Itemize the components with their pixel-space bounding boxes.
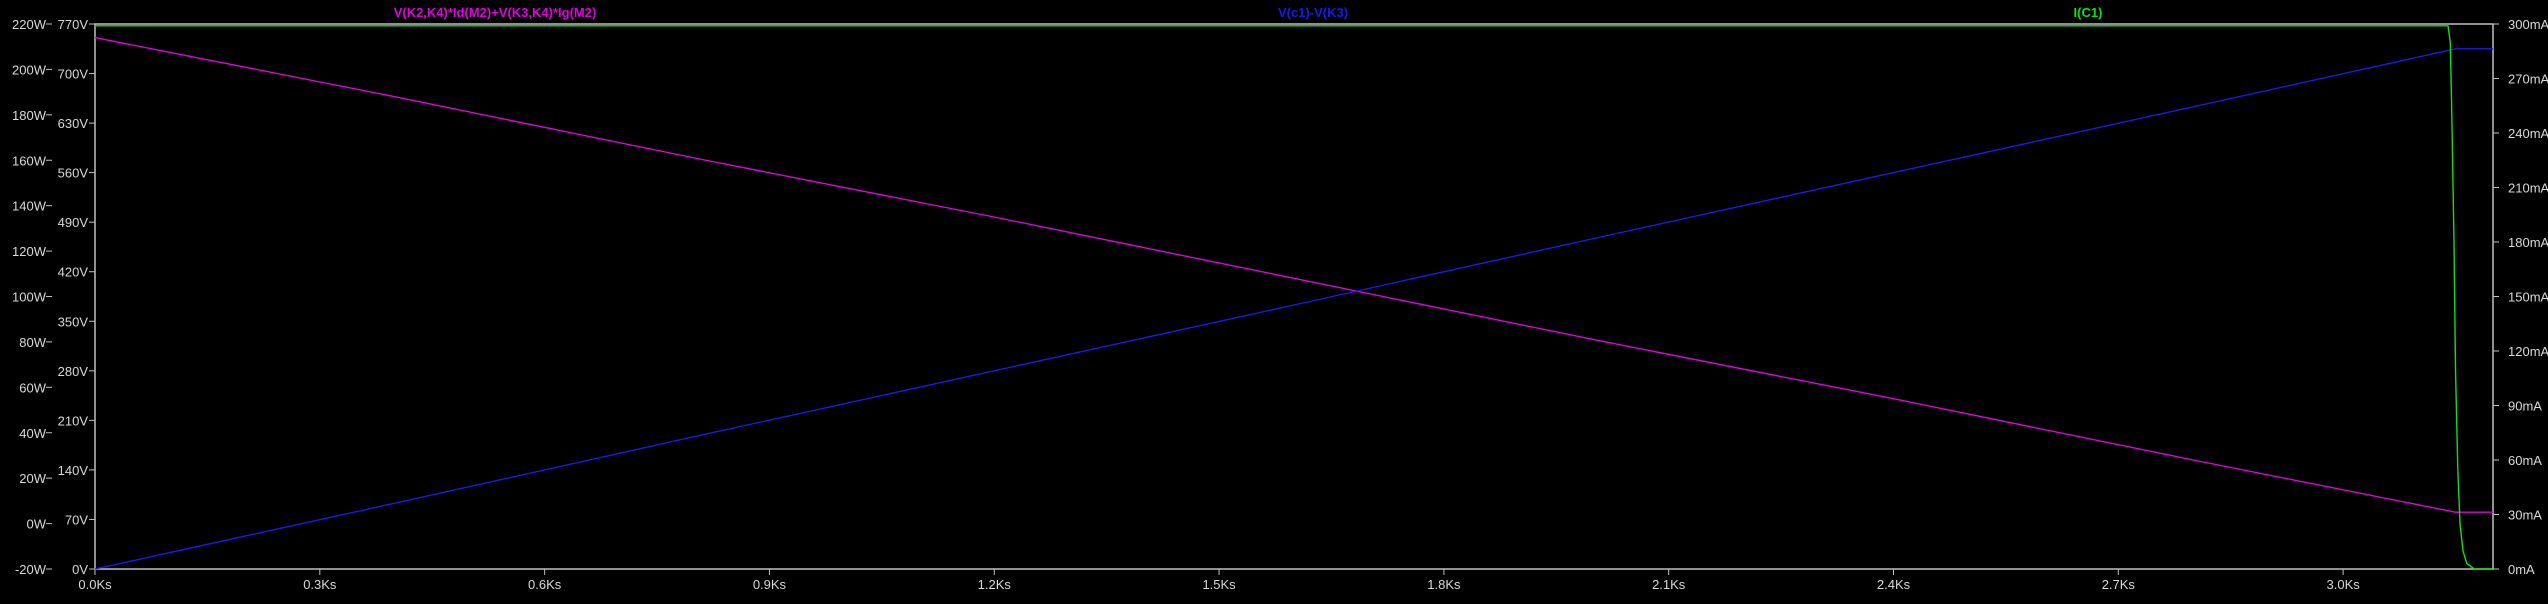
current-tick-label: 150mA xyxy=(2508,290,2548,305)
current-tick-label: 90mA xyxy=(2508,399,2542,414)
x-tick-label: 0.0Ks xyxy=(78,577,112,592)
x-tick-label: 1.5Ks xyxy=(1202,577,1236,592)
voltage-tick-label: 560V xyxy=(58,166,89,181)
power-tick-label: 80W xyxy=(19,335,46,350)
voltage-tick-label: 70V xyxy=(65,512,88,527)
voltage-tick-label: 420V xyxy=(58,265,89,280)
current-tick-label: 270mA xyxy=(2508,72,2548,87)
voltage-tick-label: 770V xyxy=(58,17,89,32)
current-tick-label: 300mA xyxy=(2508,17,2548,32)
power-tick-label: 140W xyxy=(12,199,47,214)
legend-entry: V(K2,K4)*Id(M2)+V(K3,K4)*Ig(M2) xyxy=(394,5,597,20)
x-tick-label: 2.4Ks xyxy=(1877,577,1911,592)
legend-entry: V(c1)-V(K3) xyxy=(1278,5,1348,20)
x-tick-label: 3.0Ks xyxy=(2327,577,2361,592)
x-tick-label: 0.6Ks xyxy=(528,577,562,592)
x-tick-label: 1.8Ks xyxy=(1427,577,1461,592)
current-tick-label: 30mA xyxy=(2508,508,2542,523)
x-tick-label: 0.9Ks xyxy=(753,577,787,592)
waveform-viewer: V(K2,K4)*Id(M2)+V(K3,K4)*Ig(M2) V(c1)-V(K… xyxy=(0,0,2548,599)
legend-entry: I(C1) xyxy=(2074,5,2103,20)
current-tick-label: 0mA xyxy=(2508,562,2535,577)
voltage-tick-label: 280V xyxy=(58,364,89,379)
power-tick-label: 180W xyxy=(12,108,47,123)
plot-background xyxy=(0,0,2548,599)
power-tick-label: 160W xyxy=(12,153,47,168)
voltage-tick-label: 700V xyxy=(58,67,89,82)
voltage-tick-label: 140V xyxy=(58,463,89,478)
power-tick-label: 100W xyxy=(12,290,47,305)
power-tick-label: 0W xyxy=(27,517,47,532)
current-tick-label: 60mA xyxy=(2508,453,2542,468)
power-tick-label: 20W xyxy=(19,471,46,486)
power-tick-label: -20W xyxy=(15,562,47,577)
x-tick-label: 0.3Ks xyxy=(303,577,337,592)
power-tick-label: 60W xyxy=(19,380,46,395)
power-tick-label: 220W xyxy=(12,17,47,32)
current-tick-label: 240mA xyxy=(2508,126,2548,141)
x-tick-label: 2.7Ks xyxy=(2102,577,2136,592)
x-tick-label: 1.2Ks xyxy=(978,577,1012,592)
x-tick-label: 2.1Ks xyxy=(1652,577,1686,592)
voltage-tick-label: 630V xyxy=(58,116,89,131)
voltage-tick-label: 0V xyxy=(72,562,88,577)
current-tick-label: 210mA xyxy=(2508,181,2548,196)
power-tick-label: 200W xyxy=(12,62,47,77)
power-tick-label: 120W xyxy=(12,244,47,259)
power-tick-label: 40W xyxy=(19,426,46,441)
waveform-plot[interactable]: V(K2,K4)*Id(M2)+V(K3,K4)*Ig(M2) V(c1)-V(K… xyxy=(0,0,2548,599)
current-tick-label: 120mA xyxy=(2508,344,2548,359)
current-tick-label: 180mA xyxy=(2508,235,2548,250)
voltage-tick-label: 210V xyxy=(58,413,89,428)
voltage-tick-label: 350V xyxy=(58,314,89,329)
voltage-tick-label: 490V xyxy=(58,215,89,230)
